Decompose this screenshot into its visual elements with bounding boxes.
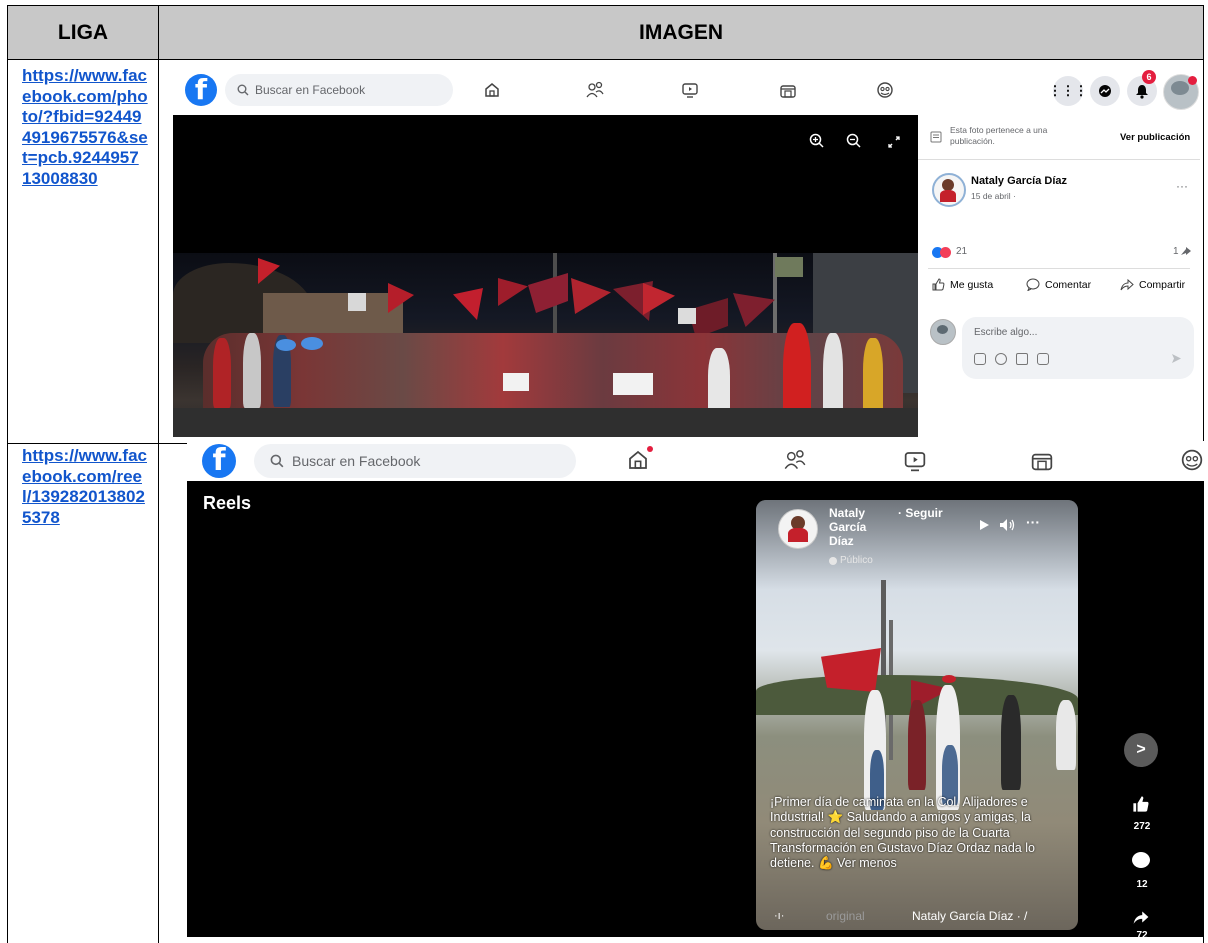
row1-link[interactable]: https://www.facebook.com/photo/?fbid=924… xyxy=(22,66,148,189)
home-notification-dot xyxy=(647,446,653,452)
reels-viewer: Reels Nataly García Díaz · Seguir Públic… xyxy=(187,481,1204,937)
comment-icon[interactable] xyxy=(1132,852,1150,868)
group-photo xyxy=(173,253,918,437)
love-reaction-icon xyxy=(940,247,951,258)
author-name[interactable]: Nataly García Díaz xyxy=(971,175,1067,187)
send-icon[interactable] xyxy=(1171,353,1182,364)
facebook-logo-icon[interactable]: f xyxy=(202,444,236,478)
photo-viewer xyxy=(173,115,918,437)
fb-topbar-2: f Buscar en Facebook xyxy=(187,441,1204,481)
audio-faded-label: original xyxy=(826,909,865,923)
shares-count[interactable]: 1 xyxy=(1173,246,1179,257)
volume-icon[interactable] xyxy=(999,518,1017,532)
comment-count: 12 xyxy=(1136,879,1148,890)
fullscreen-icon[interactable] xyxy=(888,136,900,148)
notification-badge: 6 xyxy=(1142,70,1156,84)
post-date: 15 de abril · xyxy=(971,191,1016,201)
zoom-out-icon[interactable] xyxy=(846,133,862,149)
search-input[interactable]: Buscar en Facebook xyxy=(225,74,453,106)
profile-avatar[interactable] xyxy=(1163,74,1199,110)
facebook-logo-icon[interactable]: f xyxy=(185,74,217,106)
gif-icon[interactable] xyxy=(1037,353,1049,365)
info-icon xyxy=(930,131,942,143)
post-sidebar: Esta foto pertenece a una publicación. V… xyxy=(918,115,1200,437)
reactions-count[interactable]: 21 xyxy=(956,246,967,257)
marketplace-icon[interactable] xyxy=(1030,448,1054,472)
camera-icon[interactable] xyxy=(1016,353,1028,365)
thumbs-up-icon xyxy=(932,278,945,291)
groups-icon[interactable] xyxy=(876,81,894,99)
comment-button[interactable]: Comentar xyxy=(1026,278,1091,291)
screenshot-reel: f Buscar en Facebook Reels Nataly García… xyxy=(187,441,1204,937)
groups-icon[interactable] xyxy=(1180,448,1204,472)
search-icon xyxy=(270,454,284,468)
sticker-icon[interactable] xyxy=(974,353,986,365)
share-icon xyxy=(1120,278,1134,291)
audio-track[interactable]: Nataly García Díaz · / xyxy=(912,909,1027,923)
like-icon[interactable] xyxy=(1132,795,1150,813)
zoom-in-icon[interactable] xyxy=(809,133,825,149)
photo-belongs-text: Esta foto pertenece a una publicación. xyxy=(950,125,1048,146)
follow-button[interactable]: · Seguir xyxy=(898,506,943,520)
like-button[interactable]: Me gusta xyxy=(932,278,993,291)
play-icon[interactable] xyxy=(979,519,990,531)
emoji-icon[interactable] xyxy=(995,353,1007,365)
fb-topbar: f Buscar en Facebook ⋮⋮⋮ 6 xyxy=(173,63,1200,115)
reel-author-avatar[interactable] xyxy=(778,509,818,549)
like-count: 272 xyxy=(1133,821,1151,832)
author-avatar[interactable] xyxy=(932,173,966,207)
share-arrow-icon xyxy=(1181,247,1191,255)
row2-link[interactable]: https://www.facebook.com/reel/1392820138… xyxy=(22,446,148,528)
reels-title: Reels xyxy=(203,493,252,513)
home-icon[interactable] xyxy=(626,448,650,472)
comment-input[interactable]: Escribe algo... xyxy=(962,317,1194,379)
visibility-label: Público xyxy=(829,555,873,566)
more-options-icon[interactable]: ··· xyxy=(1176,179,1188,193)
friends-icon[interactable] xyxy=(585,81,605,99)
audio-icon: ·ı· xyxy=(774,910,785,922)
next-reel-button[interactable]: > xyxy=(1124,733,1158,767)
watch-icon[interactable] xyxy=(903,449,927,473)
commenter-avatar xyxy=(930,319,956,345)
watch-icon[interactable] xyxy=(681,81,699,99)
search-icon xyxy=(237,84,249,96)
share-count: 72 xyxy=(1136,930,1148,937)
reel-video[interactable]: Nataly García Díaz · Seguir Público ··· … xyxy=(756,500,1078,930)
view-post-link[interactable]: Ver publicación xyxy=(1120,132,1190,143)
search-input[interactable]: Buscar en Facebook xyxy=(254,444,576,478)
screenshot-photo-post: f Buscar en Facebook ⋮⋮⋮ 6 Esta foto per… xyxy=(173,63,1200,437)
menu-icon[interactable]: ⋮⋮⋮ xyxy=(1049,76,1088,106)
globe-icon xyxy=(829,556,837,565)
more-options-icon[interactable]: ··· xyxy=(1026,514,1040,530)
messenger-icon[interactable] xyxy=(1090,76,1120,106)
marketplace-icon[interactable] xyxy=(779,81,797,99)
friends-icon[interactable] xyxy=(782,449,808,471)
header-liga: LIGA xyxy=(7,5,159,60)
share-button[interactable]: Compartir xyxy=(1120,278,1185,291)
reel-caption: ¡Primer día de caminata en la Col. Alija… xyxy=(770,795,1035,871)
home-icon[interactable] xyxy=(483,81,501,99)
reel-author-name[interactable]: Nataly García Díaz xyxy=(829,506,866,548)
header-imagen: IMAGEN xyxy=(158,5,1204,60)
share-icon[interactable] xyxy=(1131,909,1151,925)
comment-icon xyxy=(1026,278,1040,291)
